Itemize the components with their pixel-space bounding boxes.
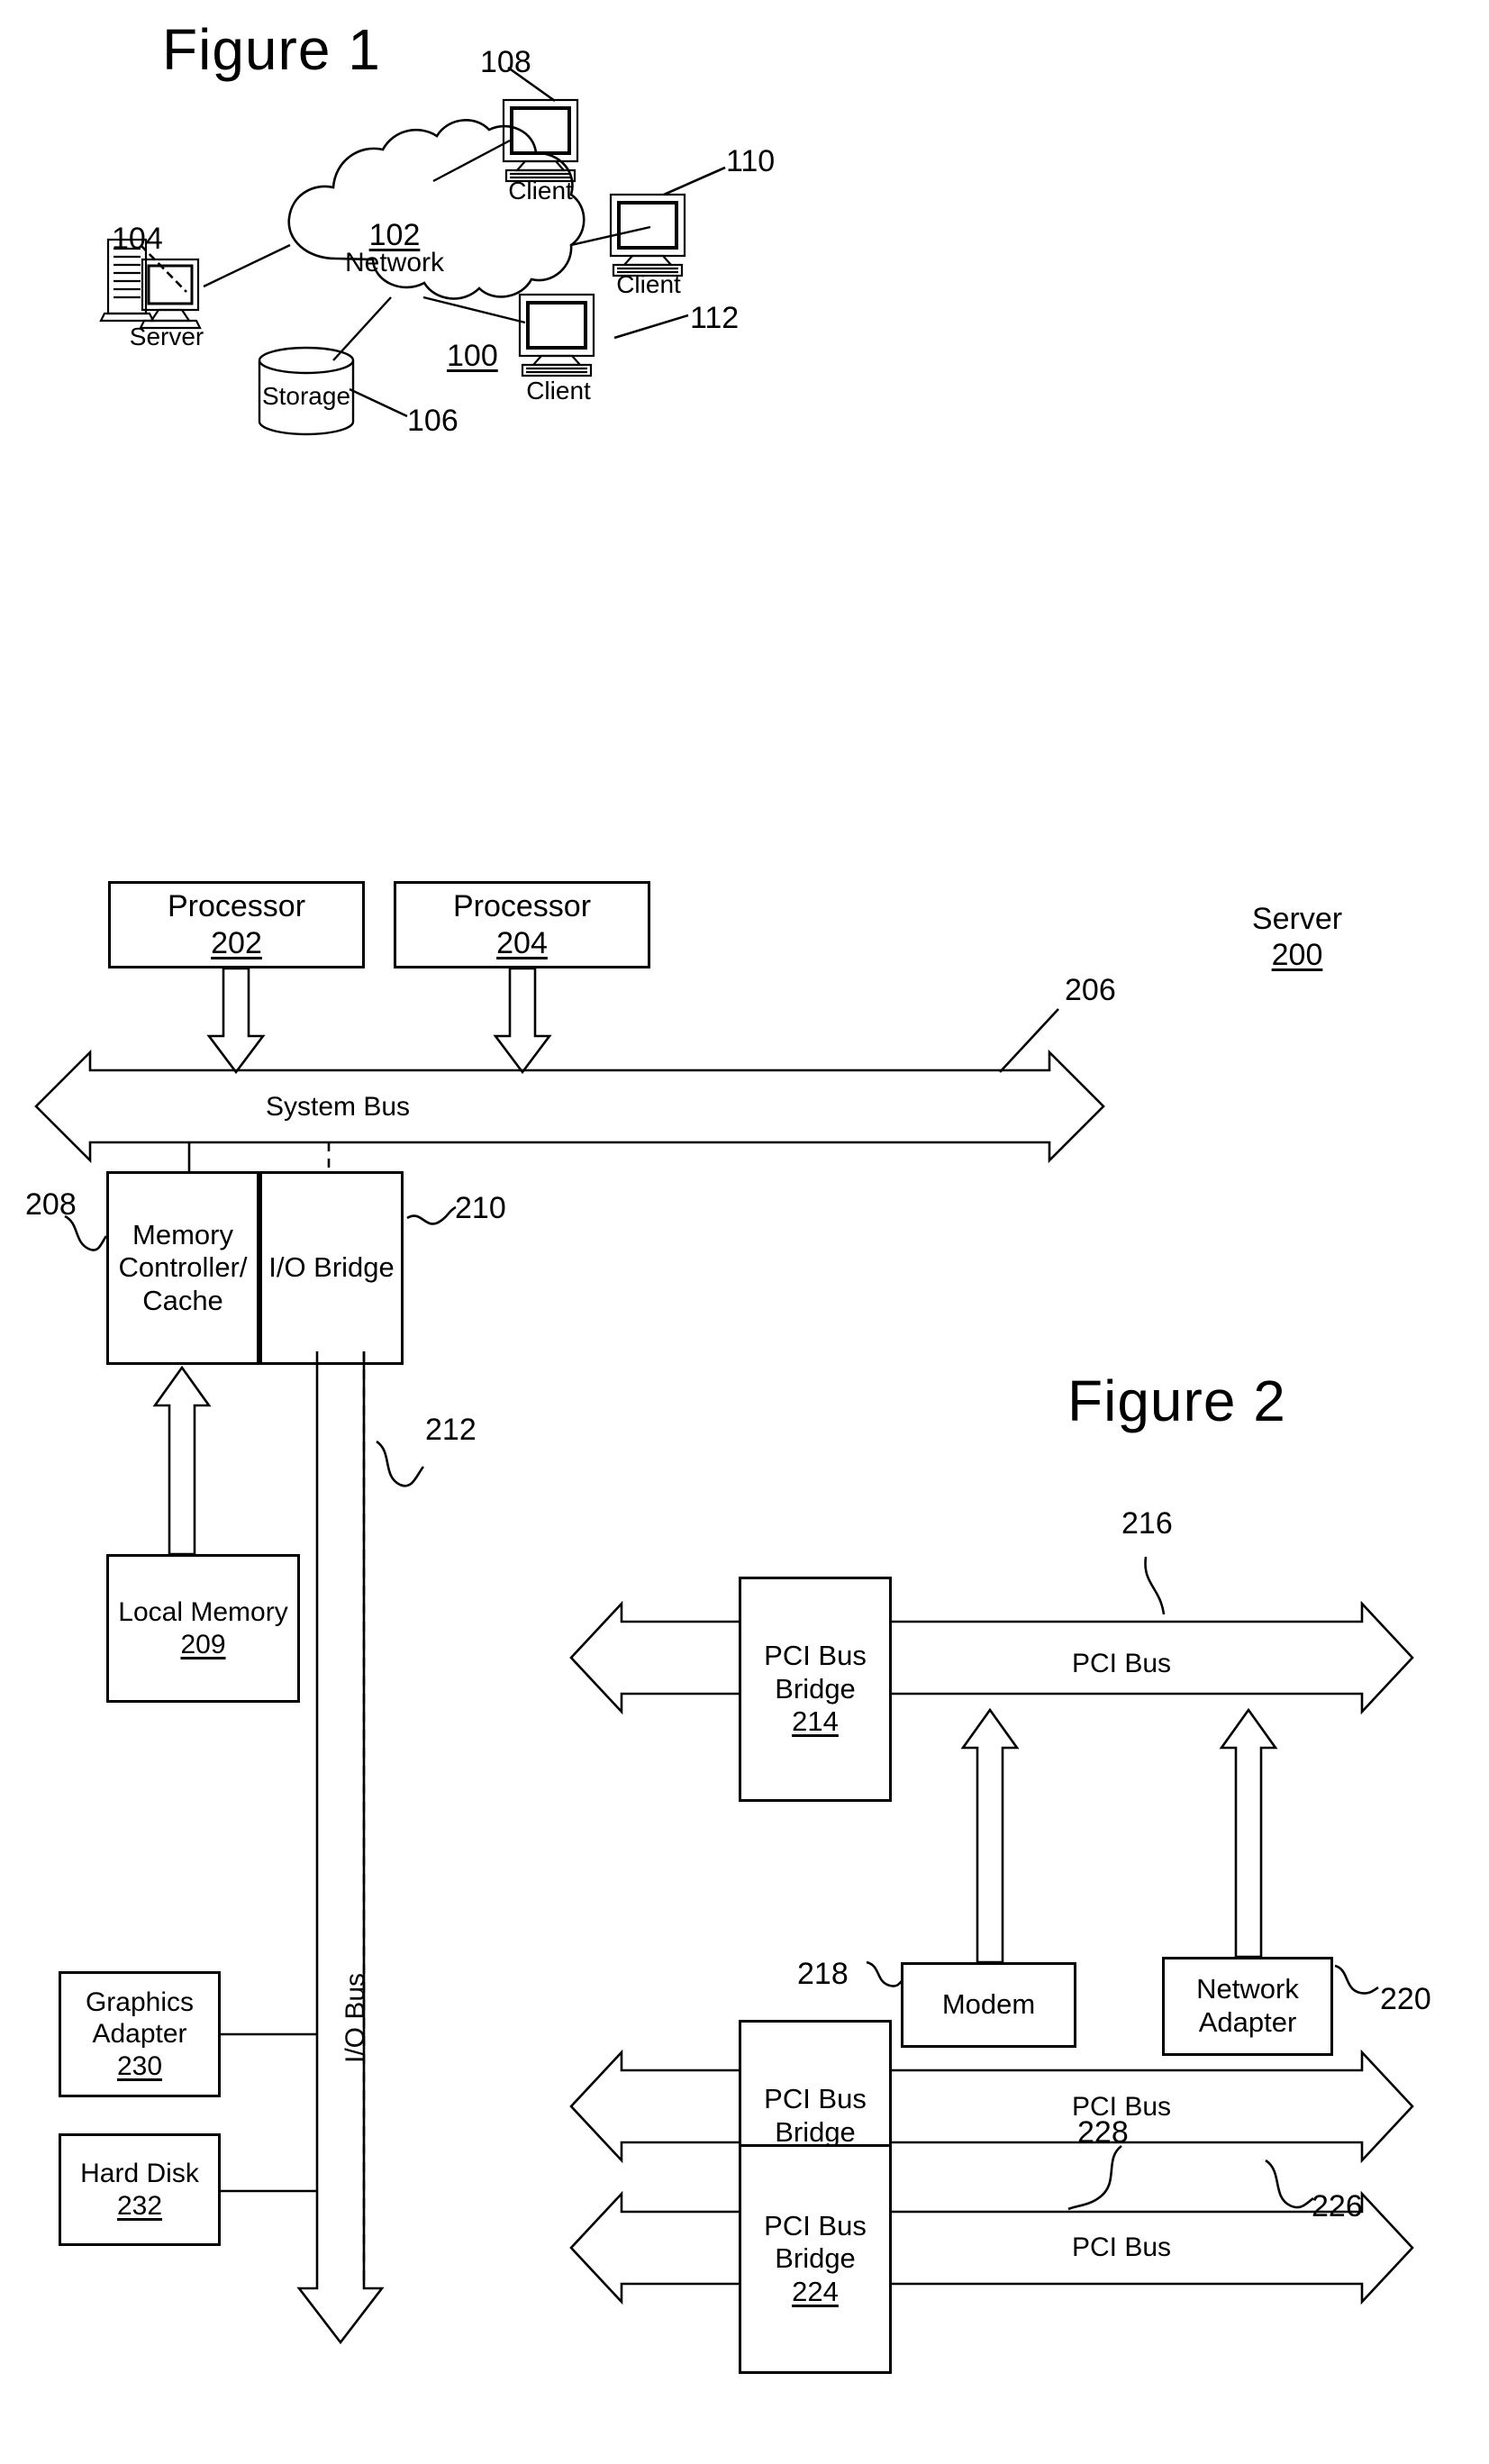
pci-bus-228-label: PCI Bus (1072, 2232, 1172, 2262)
io-bridge-ref-210: 210 (455, 1191, 506, 1225)
storage-ref-106: 106 (407, 404, 459, 438)
pci-bus-ref-226: 226 (1312, 2189, 1363, 2223)
client-label-108: Client (508, 177, 573, 205)
patent-drawing-sheet: Figure 1 102 Network 104 Server Storage … (0, 0, 1489, 2464)
system-bus-label: System Bus (266, 1092, 411, 1122)
server-label: Server (129, 323, 204, 350)
client-label-110: Client (616, 270, 681, 298)
pci-bus-ref-228: 228 (1077, 2115, 1129, 2150)
network-label: Network (344, 248, 445, 277)
memory-controller-ref-208: 208 (25, 1187, 77, 1222)
client-ref-110: 110 (726, 144, 776, 178)
figure-2-graphics (34, 967, 1414, 2345)
io-bus-ref-212: 212 (425, 1413, 477, 1447)
network-adapter-ref-220: 220 (1380, 1982, 1431, 2016)
storage-label: Storage (261, 382, 351, 410)
client-ref-108: 108 (480, 45, 531, 79)
client-ref-112: 112 (690, 301, 740, 335)
server-ref-104: 104 (112, 222, 163, 256)
modem-ref-218: 218 (797, 1957, 849, 1991)
pci-bus-216-label: PCI Bus (1072, 1649, 1172, 1678)
pci-bus-ref-216: 216 (1121, 1506, 1173, 1541)
system-ref-100: 100 (447, 339, 498, 373)
client-label-112: Client (526, 377, 591, 405)
system-bus-ref-206: 206 (1065, 973, 1116, 1007)
